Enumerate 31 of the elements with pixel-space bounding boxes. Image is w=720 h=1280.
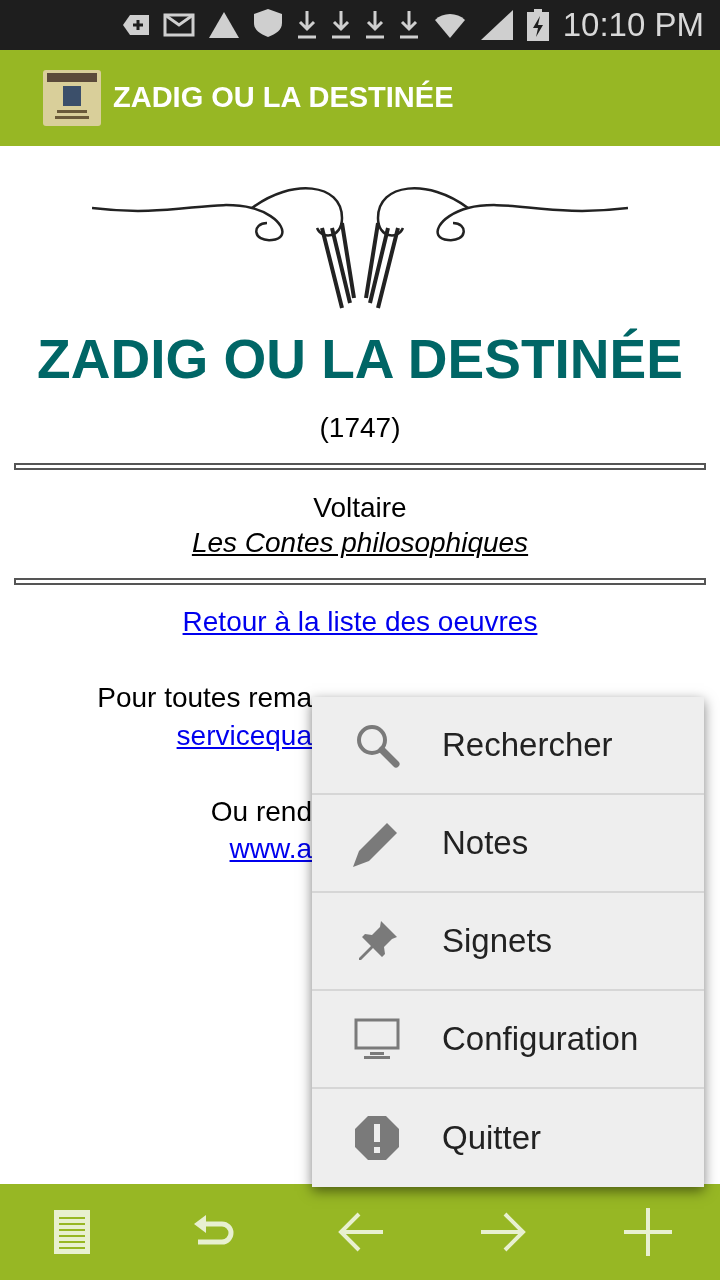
mail-icon [162,13,195,37]
email-link[interactable]: servicequa [176,716,312,755]
app-title: ZADIG OU LA DESTINÉE [113,79,454,116]
menu-item[interactable]: Configuration [312,991,704,1089]
download-icon [296,11,317,39]
website-text: Ou rend [210,794,312,829]
back-to-list-link[interactable]: Retour à la liste des oeuvres [182,601,538,643]
website-link[interactable]: www.a [229,830,312,869]
contents-icon [54,1210,90,1254]
author-name: Voltaire [313,491,407,525]
left-arrow-icon [337,1211,383,1253]
year-text: (1747) [319,411,401,445]
tag-icon [122,15,149,35]
plus-icon [624,1208,672,1256]
download-icon [364,11,385,39]
book-cover-icon [43,70,101,126]
battery-icon [526,9,549,41]
menu-item[interactable]: Notes [312,795,704,893]
contact-text: Pour toutes rema [97,681,312,715]
signal-icon [480,10,513,40]
download-icon [330,11,351,39]
collection-link[interactable]: Les Contes philosophiques [191,525,529,560]
menu-item[interactable]: Quitter [312,1089,704,1187]
right-arrow-icon [481,1211,527,1253]
alert-icon [354,1115,400,1161]
menu-item[interactable]: Rechercher [312,697,704,795]
monitor-icon [354,1018,400,1060]
warning-icon [208,12,239,38]
download-icon [398,11,419,39]
menu-item[interactable]: Signets [312,893,704,991]
clock: 10:10 PM [562,5,704,46]
